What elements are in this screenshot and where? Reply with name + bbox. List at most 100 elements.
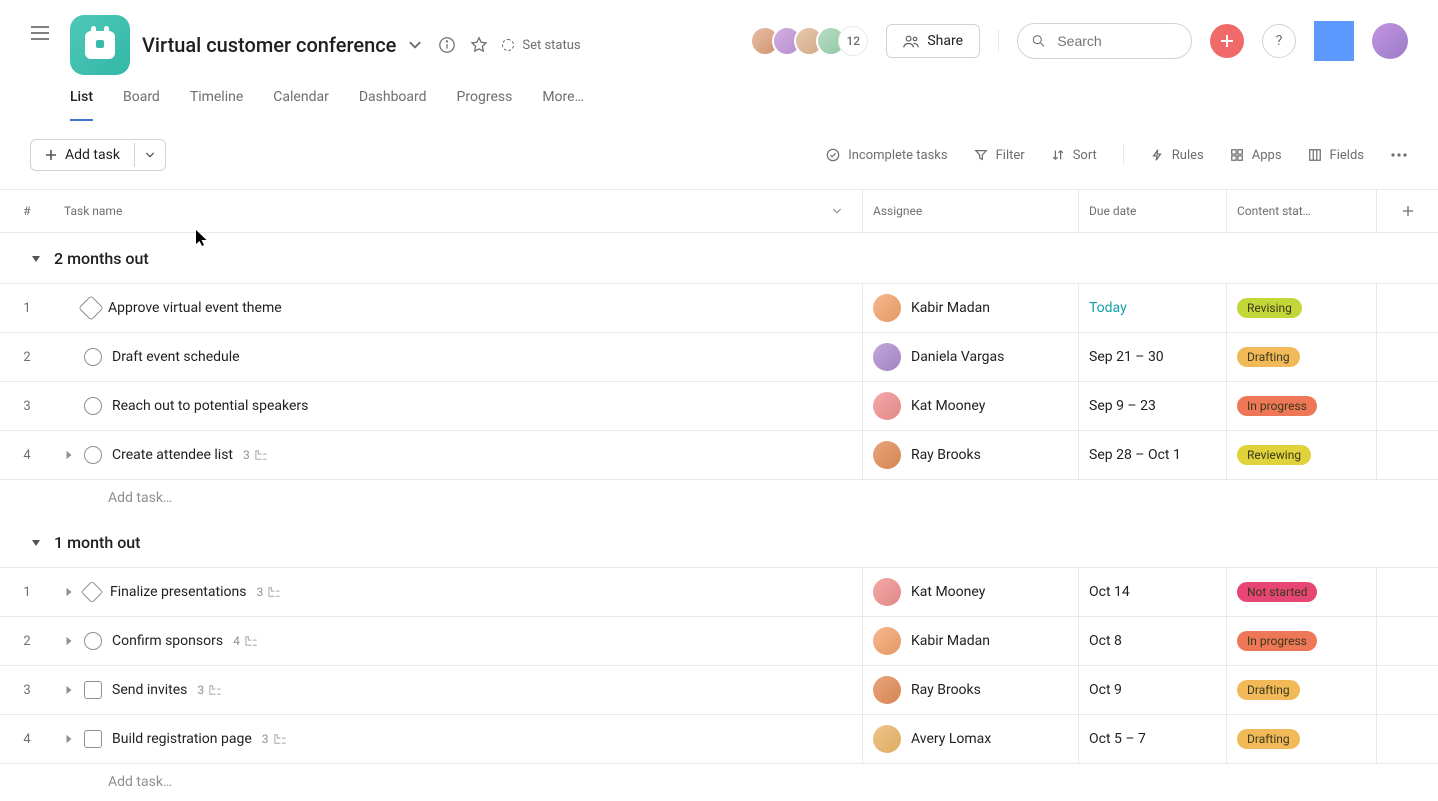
quick-add-button[interactable] <box>1210 24 1244 58</box>
filter-button[interactable]: Filter <box>974 148 1025 163</box>
col-due-date[interactable]: Due date <box>1078 190 1226 232</box>
add-task-inline[interactable]: Add task… <box>108 774 172 790</box>
status-cell[interactable]: Revising <box>1226 284 1376 332</box>
search-input[interactable] <box>1055 32 1177 50</box>
expand-subtasks-toggle[interactable] <box>64 734 74 744</box>
due-date-cell[interactable]: Today <box>1078 284 1226 332</box>
complete-circle-icon[interactable] <box>84 632 102 650</box>
task-title[interactable]: Draft event schedule <box>112 349 240 365</box>
status-cell[interactable]: In progress <box>1226 617 1376 665</box>
complete-circle-icon[interactable] <box>84 348 102 366</box>
task-title[interactable]: Send invites <box>112 682 187 698</box>
task-row[interactable]: 2 Draft event schedule Daniela Vargas Se… <box>0 332 1438 382</box>
assignee-cell[interactable]: Kat Mooney <box>862 382 1078 430</box>
row-number: 3 <box>0 382 54 430</box>
project-title[interactable]: Virtual customer conference <box>142 35 396 55</box>
task-row[interactable]: 1 Finalize presentations 3 Kat Mooney Oc… <box>0 567 1438 617</box>
my-avatar[interactable] <box>1372 23 1408 59</box>
status-cell[interactable]: Drafting <box>1226 666 1376 714</box>
section-collapse-toggle[interactable] <box>30 537 42 549</box>
due-date-cell[interactable]: Oct 8 <box>1078 617 1226 665</box>
expand-subtasks-toggle[interactable] <box>64 587 74 597</box>
add-task-dropdown[interactable] <box>134 143 165 167</box>
due-date-cell[interactable]: Sep 28 – Oct 1 <box>1078 431 1226 479</box>
tab-progress[interactable]: Progress <box>457 89 513 121</box>
project-members[interactable]: 12 <box>750 26 868 56</box>
star-icon[interactable] <box>470 36 488 54</box>
status-cell[interactable]: Reviewing <box>1226 431 1376 479</box>
due-date-cell[interactable]: Oct 9 <box>1078 666 1226 714</box>
project-name-dropdown-icon[interactable] <box>408 38 422 52</box>
task-row[interactable]: 4 Create attendee list 3 Ray Brooks Sep … <box>0 430 1438 480</box>
expand-subtasks-toggle[interactable] <box>64 450 74 460</box>
info-icon[interactable] <box>438 36 456 54</box>
status-cell[interactable]: Not started <box>1226 568 1376 616</box>
set-status-label: Set status <box>522 38 580 53</box>
tab-calendar[interactable]: Calendar <box>273 89 329 121</box>
tab-more[interactable]: More… <box>542 89 584 121</box>
task-row[interactable]: 4 Build registration page 3 Avery Lomax … <box>0 714 1438 764</box>
assignee-cell[interactable]: Kabir Madan <box>862 284 1078 332</box>
section-title[interactable]: 1 month out <box>54 533 141 552</box>
approval-icon[interactable] <box>81 298 101 318</box>
complete-circle-icon[interactable] <box>84 446 102 464</box>
rules-button[interactable]: Rules <box>1150 148 1204 163</box>
grid-icon <box>1230 148 1244 162</box>
expand-subtasks-toggle[interactable] <box>64 636 74 646</box>
chevron-down-icon <box>832 206 842 216</box>
more-actions[interactable] <box>1390 152 1408 158</box>
share-button[interactable]: Share <box>886 24 980 58</box>
set-status-button[interactable]: Set status <box>502 38 580 53</box>
task-row[interactable]: 1 Approve virtual event theme Kabir Mada… <box>0 283 1438 333</box>
assignee-cell[interactable]: Kabir Madan <box>862 617 1078 665</box>
assignee-cell[interactable]: Kat Mooney <box>862 568 1078 616</box>
expand-subtasks-toggle[interactable] <box>64 685 74 695</box>
assignee-cell[interactable]: Ray Brooks <box>862 431 1078 479</box>
due-date-cell[interactable]: Oct 5 – 7 <box>1078 715 1226 763</box>
status-cell[interactable]: In progress <box>1226 382 1376 430</box>
complete-square-icon[interactable] <box>84 730 102 748</box>
task-title[interactable]: Finalize presentations <box>110 584 246 600</box>
milestone-icon[interactable] <box>81 581 104 604</box>
add-task-button[interactable]: Add task <box>30 139 166 171</box>
due-date-cell[interactable]: Sep 21 – 30 <box>1078 333 1226 381</box>
sort-button[interactable]: Sort <box>1051 148 1097 163</box>
sidebar-toggle[interactable] <box>30 15 50 41</box>
assignee-name: Kat Mooney <box>911 398 985 414</box>
assignee-cell[interactable]: Ray Brooks <box>862 666 1078 714</box>
task-title[interactable]: Build registration page <box>112 731 252 747</box>
col-content-status[interactable]: Content stat… <box>1226 190 1376 232</box>
section-title[interactable]: 2 months out <box>54 249 149 268</box>
col-task-name[interactable]: Task name <box>54 190 862 232</box>
help-button[interactable]: ? <box>1262 24 1296 58</box>
col-assignee[interactable]: Assignee <box>862 190 1078 232</box>
add-task-inline[interactable]: Add task… <box>108 490 172 506</box>
task-title[interactable]: Confirm sponsors <box>112 633 223 649</box>
assignee-avatar <box>873 627 901 655</box>
due-date-cell[interactable]: Oct 14 <box>1078 568 1226 616</box>
completion-filter[interactable]: Incomplete tasks <box>826 148 947 163</box>
complete-square-icon[interactable] <box>84 681 102 699</box>
section-collapse-toggle[interactable] <box>30 253 42 265</box>
tab-board[interactable]: Board <box>123 89 160 121</box>
task-row[interactable]: 3 Send invites 3 Ray Brooks Oct 9 Drafti… <box>0 665 1438 715</box>
task-title[interactable]: Approve virtual event theme <box>108 300 282 316</box>
due-date-cell[interactable]: Sep 9 – 23 <box>1078 382 1226 430</box>
task-row[interactable]: 2 Confirm sponsors 4 Kabir Madan Oct 8 I… <box>0 616 1438 666</box>
tab-list[interactable]: List <box>70 89 93 121</box>
assignee-cell[interactable]: Daniela Vargas <box>862 333 1078 381</box>
fields-button[interactable]: Fields <box>1308 148 1364 163</box>
add-column-button[interactable] <box>1376 190 1438 232</box>
task-title[interactable]: Reach out to potential speakers <box>112 398 308 414</box>
app-switcher[interactable] <box>1314 21 1354 61</box>
status-cell[interactable]: Drafting <box>1226 333 1376 381</box>
assignee-cell[interactable]: Avery Lomax <box>862 715 1078 763</box>
task-title[interactable]: Create attendee list <box>112 447 233 463</box>
task-row[interactable]: 3 Reach out to potential speakers Kat Mo… <box>0 381 1438 431</box>
complete-circle-icon[interactable] <box>84 397 102 415</box>
apps-button[interactable]: Apps <box>1230 148 1282 163</box>
status-cell[interactable]: Drafting <box>1226 715 1376 763</box>
tab-dashboard[interactable]: Dashboard <box>359 89 427 121</box>
tab-timeline[interactable]: Timeline <box>190 89 243 121</box>
search-box[interactable] <box>1017 23 1192 59</box>
